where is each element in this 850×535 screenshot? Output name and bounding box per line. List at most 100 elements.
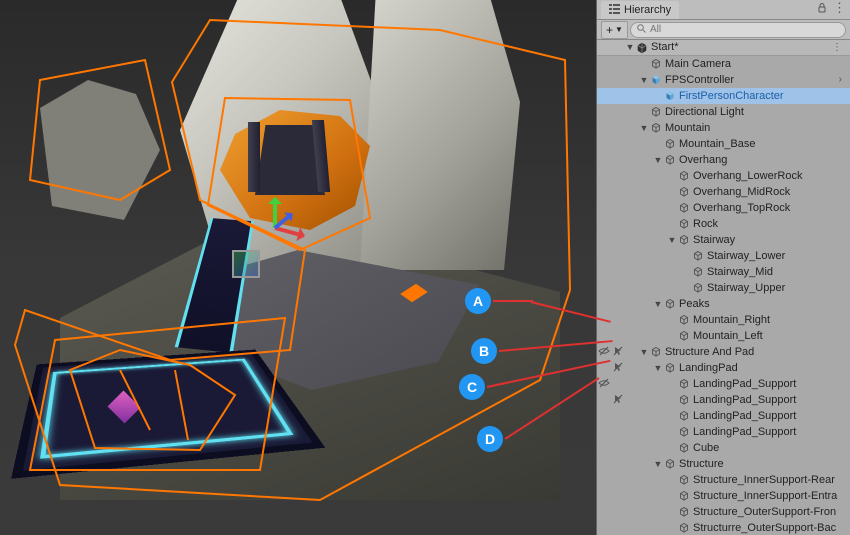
tree-item[interactable]: ▶FirstPersonCharacter: [597, 88, 850, 104]
cube-icon: [677, 217, 691, 231]
pickability-toggle-icon[interactable]: [611, 345, 625, 360]
tree-item-label: Structure: [679, 459, 724, 470]
search-field[interactable]: [630, 22, 846, 38]
tree-item[interactable]: ▶Mountain_Left: [597, 328, 850, 344]
tree-item[interactable]: ▶Structure_OuterSupport-Fron: [597, 504, 850, 520]
scene-row[interactable]: ▼Start*⋮: [597, 40, 850, 56]
foldout-arrow-icon[interactable]: ▼: [653, 364, 663, 373]
prefab-icon: [649, 73, 663, 87]
foldout-arrow-icon[interactable]: ▼: [639, 348, 649, 357]
tree-item-label: Stairway_Upper: [707, 283, 785, 294]
cube-icon: [663, 137, 677, 151]
tree-item[interactable]: ▼Peaks: [597, 296, 850, 312]
tree-item-label: Stairway_Lower: [707, 251, 785, 262]
tree-item-label: LandingPad_Support: [693, 379, 796, 390]
tree-item[interactable]: ▼ Mountain: [597, 120, 850, 136]
lock-icon[interactable]: [817, 3, 827, 16]
prefab-open-icon[interactable]: ›: [839, 75, 846, 85]
scene-view[interactable]: [0, 0, 596, 535]
cube-icon: [649, 345, 663, 359]
create-button[interactable]: +▼: [601, 21, 628, 39]
foldout-arrow-icon[interactable]: ▼: [653, 300, 663, 309]
gizmo-x-axis[interactable]: [274, 226, 304, 238]
cube-icon: [649, 105, 663, 119]
tree-item[interactable]: ▶Overhang_MidRock: [597, 184, 850, 200]
cube-icon: [677, 521, 691, 535]
cube-icon: [663, 153, 677, 167]
tree-item-label: Cube: [693, 443, 719, 454]
tree-item-label: Mountain: [665, 123, 710, 134]
foldout-arrow-icon[interactable]: ▼: [653, 156, 663, 165]
visibility-toggle-icon[interactable]: [597, 345, 611, 360]
cube-icon: [677, 233, 691, 247]
tree-item[interactable]: ▶Stairway_Mid: [597, 264, 850, 280]
tree-item[interactable]: ▶LandingPad_Support: [597, 424, 850, 440]
hierarchy-tree[interactable]: ▼Start*⋮▶Main Camera▼FPSController›▶Firs…: [597, 40, 850, 535]
cube-icon: [649, 57, 663, 71]
tree-item-label: Structure_OuterSupport-Fron: [693, 507, 836, 518]
hierarchy-tab[interactable]: Hierarchy: [601, 1, 679, 19]
pickability-toggle-icon[interactable]: [611, 361, 625, 376]
tree-item[interactable]: ▶Structure_InnerSupport-Entra: [597, 488, 850, 504]
tree-item[interactable]: ▶LandingPad_Support: [597, 408, 850, 424]
tree-item[interactable]: ▼ LandingPad: [597, 360, 850, 376]
annotation-line: [493, 300, 533, 302]
cube-icon: [691, 281, 705, 295]
tree-item-label: Overhang_MidRock: [693, 187, 790, 198]
tree-item-label: Mountain_Base: [679, 139, 755, 150]
tree-item-label: FirstPersonCharacter: [679, 91, 784, 102]
cube-icon: [691, 249, 705, 263]
tree-item[interactable]: ▼Stairway: [597, 232, 850, 248]
cube-icon: [663, 297, 677, 311]
cube-icon: [691, 265, 705, 279]
tree-item[interactable]: ▼FPSController›: [597, 72, 850, 88]
foldout-arrow-icon[interactable]: ▼: [667, 236, 677, 245]
search-input[interactable]: [650, 24, 839, 35]
tree-item[interactable]: ▶LandingPad_Support: [597, 376, 850, 392]
tree-item[interactable]: ▶Rock: [597, 216, 850, 232]
tree-item[interactable]: ▶Structurre_OuterSupport-Bac: [597, 520, 850, 535]
tree-item[interactable]: ▶Stairway_Lower: [597, 248, 850, 264]
cube-icon: [649, 121, 663, 135]
cube-icon: [663, 457, 677, 471]
search-icon: [637, 24, 646, 36]
foldout-arrow-icon[interactable]: ▼: [625, 43, 635, 52]
tree-item[interactable]: ▼ Overhang: [597, 152, 850, 168]
tree-item[interactable]: ▶Directional Light: [597, 104, 850, 120]
tree-item[interactable]: ▶LandingPad_Support: [597, 392, 850, 408]
tree-item[interactable]: ▶Mountain_Base: [597, 136, 850, 152]
cube-icon: [677, 313, 691, 327]
gizmo-center-cube[interactable]: [232, 250, 260, 278]
tree-item[interactable]: ▶Overhang_LowerRock: [597, 168, 850, 184]
cube-icon: [677, 489, 691, 503]
context-menu-icon[interactable]: ⋮: [832, 43, 846, 53]
foldout-arrow-icon[interactable]: ▼: [639, 124, 649, 133]
tree-item[interactable]: ▶Main Camera: [597, 56, 850, 72]
foldout-arrow-icon[interactable]: ▼: [639, 76, 649, 85]
hierarchy-icon: [609, 3, 620, 17]
tree-item-label: Overhang_TopRock: [693, 203, 790, 214]
tree-item[interactable]: ▶Stairway_Upper: [597, 280, 850, 296]
tree-item-label: Structure_InnerSupport-Rear: [693, 475, 835, 486]
tree-item-label: Overhang_LowerRock: [693, 171, 802, 182]
tree-item[interactable]: ▶Overhang_TopRock: [597, 200, 850, 216]
tree-item-label: Overhang: [679, 155, 727, 166]
cube-icon: [677, 441, 691, 455]
transform-gizmo[interactable]: [245, 198, 305, 258]
tree-item[interactable]: ▶Cube: [597, 440, 850, 456]
tree-item[interactable]: ▶Structure_InnerSupport-Rear: [597, 472, 850, 488]
pickability-toggle-icon[interactable]: [611, 393, 625, 408]
tree-item-label: Main Camera: [665, 59, 731, 70]
tree-item[interactable]: ▼ Structure: [597, 456, 850, 472]
tree-item[interactable]: ▶Mountain_Right: [597, 312, 850, 328]
hierarchy-toolbar: +▼: [597, 20, 850, 40]
cube-icon: [677, 329, 691, 343]
menu-icon[interactable]: ⋮: [833, 3, 846, 16]
cube-icon: [677, 393, 691, 407]
tree-item[interactable]: ▼Structure And Pad: [597, 344, 850, 360]
cube-icon: [677, 505, 691, 519]
foldout-arrow-icon[interactable]: ▼: [653, 460, 663, 469]
tree-item-label: Mountain_Right: [693, 315, 770, 326]
tree-item-label: LandingPad: [679, 363, 738, 374]
cube-icon: [677, 425, 691, 439]
